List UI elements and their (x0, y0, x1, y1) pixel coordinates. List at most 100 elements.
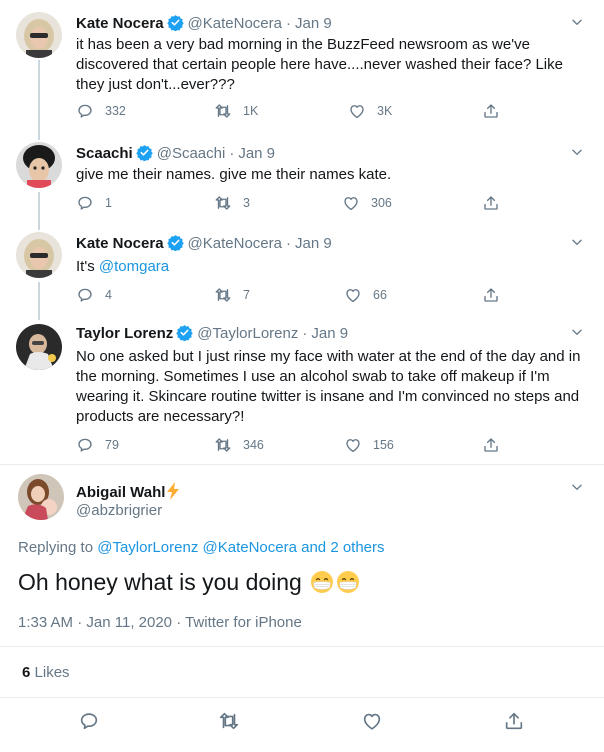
tweet[interactable]: Taylor Lorenz @TaylorLorenz · Jan 9 No one … (0, 310, 604, 465)
reply-icon (76, 102, 94, 120)
author-handle[interactable]: @TaylorLorenz (197, 325, 298, 342)
author-name[interactable]: Taylor Lorenz (76, 325, 173, 342)
focused-tweet: Abigail Wahl @abzbrigrier (0, 464, 604, 752)
reply-icon (76, 436, 94, 454)
tweet-full-date[interactable]: Jan 11, 2020 (86, 614, 172, 631)
avatar[interactable] (16, 324, 62, 370)
like-button[interactable]: 66 (344, 285, 387, 305)
author-name-wrap[interactable]: Abigail Wahl (76, 482, 180, 503)
verified-badge-icon (167, 14, 184, 31)
like-count: 306 (371, 196, 392, 210)
reply-button[interactable]: 332 (76, 101, 126, 121)
replying-to-line: Replying to @TaylorLorenz @KateNocera an… (18, 538, 385, 558)
reply-button[interactable]: 4 (76, 285, 112, 305)
tweet-date[interactable]: Jan 9 (311, 325, 348, 342)
author-handle[interactable]: @KateNocera (188, 15, 282, 32)
separator-dot: · (172, 614, 186, 631)
reply-count: 79 (105, 438, 119, 452)
tweet-date[interactable]: Jan 9 (295, 235, 332, 252)
like-icon (344, 286, 362, 304)
chevron-down-icon[interactable] (570, 15, 584, 29)
avatar[interactable] (16, 232, 62, 278)
verified-badge-icon (176, 324, 193, 341)
like-button[interactable]: 156 (344, 435, 394, 455)
retweet-button[interactable] (218, 710, 240, 732)
retweet-button[interactable]: 346 (214, 435, 264, 455)
tweet-date[interactable]: Jan 9 (238, 145, 275, 162)
share-button[interactable] (482, 101, 500, 121)
likes-label: Likes (34, 664, 70, 681)
share-button[interactable] (503, 710, 525, 732)
tweet-text-prefix: It's (76, 258, 99, 275)
chevron-down-icon[interactable] (570, 325, 584, 339)
tweet[interactable]: Kate Nocera @KateNocera · Jan 9 it has been… (0, 0, 604, 130)
reply-icon (76, 286, 94, 304)
avatar[interactable] (16, 12, 62, 58)
author-handle[interactable]: @Scaachi (157, 145, 226, 162)
tweet-date[interactable]: Jan 9 (295, 15, 332, 32)
retweet-button[interactable]: 7 (214, 285, 250, 305)
tweet-text: give me their names. give me their names… (76, 166, 392, 183)
share-icon (482, 102, 500, 120)
reply-button[interactable] (78, 710, 100, 732)
share-icon (482, 286, 500, 304)
share-button[interactable] (482, 435, 500, 455)
reply-count: 1 (105, 196, 112, 210)
reply-button[interactable]: 79 (76, 435, 119, 455)
verified-badge-icon (136, 144, 153, 161)
focused-tweet-text: Oh honey what is you doing (18, 566, 360, 598)
chevron-down-icon[interactable] (570, 145, 584, 159)
retweet-icon (214, 194, 232, 212)
verified-badge-icon (167, 234, 184, 251)
chevron-down-icon[interactable] (570, 235, 584, 249)
reply-mention-link[interactable]: @KateNocera (203, 539, 297, 556)
separator-dot: · (73, 614, 87, 631)
reply-button[interactable]: 1 (76, 193, 112, 213)
divider (0, 697, 604, 698)
tweet-text: it has been a very bad morning in the Bu… (76, 36, 563, 93)
like-button[interactable]: 306 (342, 193, 392, 213)
chevron-down-icon[interactable] (570, 480, 584, 494)
mask-face-emoji-icon (337, 571, 360, 593)
reply-mention-link[interactable]: @TaylorLorenz (97, 539, 198, 556)
share-button[interactable] (482, 193, 500, 213)
share-button[interactable] (482, 285, 500, 305)
retweet-button[interactable]: 1K (214, 101, 258, 121)
tweet[interactable]: Kate Nocera @KateNocera · Jan 9 It's @tomga… (0, 220, 604, 316)
avatar[interactable] (16, 142, 62, 188)
share-icon (482, 194, 500, 212)
like-icon (344, 436, 362, 454)
separator-dot: · (286, 235, 291, 252)
reply-others-link[interactable]: and 2 others (301, 539, 384, 556)
like-button[interactable] (361, 710, 383, 732)
tweet-text: Oh honey what is you doing (18, 569, 302, 595)
tweet-source[interactable]: Twitter for iPhone (185, 614, 302, 631)
mention-link[interactable]: @tomgara (99, 258, 169, 275)
tweet[interactable]: Scaachi @Scaachi · Jan 9 give me their name… (0, 130, 604, 220)
author-name[interactable]: Kate Nocera (76, 235, 164, 252)
divider (0, 646, 604, 647)
retweet-icon (214, 102, 232, 120)
like-count: 66 (373, 288, 387, 302)
tweet-text: No one asked but I just rinse my face wi… (76, 348, 581, 425)
author-name[interactable]: Scaachi (76, 145, 133, 162)
like-count: 3K (377, 104, 393, 118)
author-name[interactable]: Kate Nocera (76, 15, 164, 32)
likes-stat[interactable]: 6 Likes (22, 663, 70, 683)
author-handle[interactable]: @abzbrigrier (76, 501, 162, 521)
replying-label: Replying to (18, 539, 94, 556)
retweet-button[interactable]: 3 (214, 193, 250, 213)
tweet-timestamp: 1:33 AM · Jan 11, 2020 · Twitter for iPh… (18, 613, 302, 633)
tweet-time[interactable]: 1:33 AM (18, 614, 73, 631)
separator-dot: · (302, 325, 308, 342)
avatar[interactable] (18, 474, 64, 520)
author-handle[interactable]: @KateNocera (188, 235, 282, 252)
like-button[interactable]: 3K (348, 101, 392, 121)
action-bar (0, 710, 604, 734)
author-name[interactable]: Abigail Wahl (76, 484, 165, 501)
like-icon (361, 710, 383, 732)
reply-count: 332 (105, 104, 126, 118)
mask-face-emoji-icon (311, 571, 334, 593)
retweet-count: 7 (243, 288, 250, 302)
retweet-count: 1K (243, 104, 259, 118)
